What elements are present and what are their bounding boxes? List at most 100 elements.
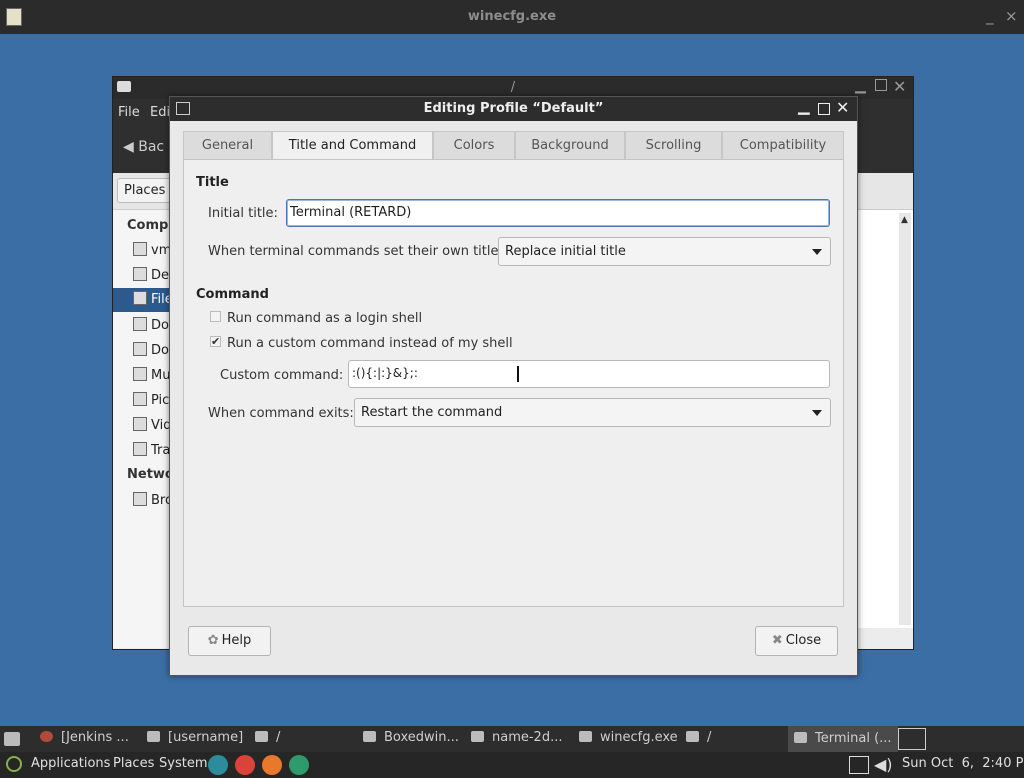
close-icon[interactable]: × <box>1005 7 1018 25</box>
menu-system[interactable]: System <box>159 756 207 771</box>
folder-icon <box>133 317 147 331</box>
sidebar-item[interactable]: Bro <box>133 492 173 508</box>
minimize-icon[interactable]: _ <box>986 7 994 25</box>
volume-icon[interactable]: ◀) <box>874 755 893 774</box>
chevron-down-icon <box>812 410 822 416</box>
command-exit-value: Restart the command <box>361 405 503 420</box>
network-icon <box>133 492 147 506</box>
vscode-launcher-icon[interactable] <box>208 755 228 775</box>
back-button[interactable]: ◀ Bac <box>123 139 164 155</box>
initial-title-input[interactable]: Terminal (RETARD) <box>286 199 830 227</box>
drive-icon <box>133 242 147 256</box>
tab-general[interactable]: General <box>183 131 272 159</box>
minimize-icon[interactable]: ▁ <box>855 78 866 94</box>
folder-icon <box>255 731 268 742</box>
arrow-left-icon: ◀ <box>123 139 139 155</box>
tab-bar: General Title and Command Colors Backgro… <box>183 131 844 161</box>
custom-command-check-label[interactable]: Run a custom command instead of my shell <box>227 336 513 351</box>
jenkins-icon <box>40 731 53 742</box>
close-icon[interactable]: ✕ <box>836 98 849 117</box>
task-label: Terminal (... <box>815 731 892 746</box>
task-label: Boxedwin... <box>384 730 459 745</box>
tab-compatibility[interactable]: Compatibility <box>722 131 844 159</box>
task-terminal[interactable]: Terminal (... <box>788 726 898 752</box>
dynamic-title-select[interactable]: Replace initial title <box>498 237 831 266</box>
trash-icon <box>133 442 147 456</box>
clock[interactable]: Sun Oct 6, 2:40 PM <box>902 756 1024 771</box>
close-icon[interactable]: ✕ <box>893 77 906 96</box>
sidebar-item[interactable]: De <box>133 267 169 283</box>
sidebar-item[interactable]: Do <box>133 317 169 333</box>
close-label: Close <box>785 633 822 648</box>
help-button[interactable]: ✿ Help <box>188 626 271 656</box>
initial-title-label: Initial title: <box>208 206 278 221</box>
wine-window-titlebar: winecfg.exe _ × <box>0 0 1024 34</box>
dynamic-title-value: Replace initial title <box>505 244 626 259</box>
places-button[interactable]: Places <box>117 178 173 203</box>
firefox-launcher-icon[interactable] <box>262 755 282 775</box>
sidebar: Compu vm De File Do Do Mu Pic Vid Tra Ne… <box>113 210 178 648</box>
dialog-titlebar: Editing Profile “Default” ▁ ✕ <box>170 97 857 121</box>
window-icon <box>579 731 592 742</box>
custom-command-input[interactable]: :(){:|:}&};: <box>348 360 830 388</box>
window-list: [Jenkins ... [username] / Boxedwin... na… <box>0 726 1024 752</box>
window-icon <box>363 731 376 742</box>
folder-icon <box>686 731 699 742</box>
distro-logo-icon <box>6 756 22 772</box>
login-shell-checkbox[interactable] <box>210 311 221 322</box>
workspace-switcher[interactable] <box>898 728 926 750</box>
folder-icon <box>133 417 147 431</box>
menu-file[interactable]: File <box>118 105 140 120</box>
task-boxedwin[interactable]: Boxedwin... <box>363 730 459 745</box>
sidebar-item[interactable]: Tra <box>133 442 170 458</box>
task-label: / <box>707 730 712 745</box>
close-icon: ✖ <box>771 633 783 648</box>
tab-background[interactable]: Background <box>515 131 625 159</box>
tab-panel: Title Initial title: Terminal (RETARD) W… <box>183 159 844 607</box>
command-exit-select[interactable]: Restart the command <box>354 398 831 427</box>
sidebar-item-selected[interactable]: File <box>113 288 173 312</box>
show-desktop-icon[interactable] <box>4 732 20 746</box>
task-jenkins[interactable]: [Jenkins ... <box>40 730 129 745</box>
task-root-folder-2[interactable]: / <box>686 730 711 745</box>
sidebar-item-label: Pic <box>151 393 170 408</box>
task-label: [username] <box>168 730 244 745</box>
maximize-icon[interactable] <box>875 79 887 91</box>
task-username[interactable]: [username] <box>147 730 243 745</box>
sidebar-item[interactable]: Pic <box>133 392 169 408</box>
sidebar-item[interactable]: Do <box>133 342 169 358</box>
menu-places[interactable]: Places <box>113 756 154 771</box>
back-label: Bac <box>138 139 165 155</box>
scroll-up-icon[interactable]: ▲ <box>901 215 908 225</box>
minimize-icon[interactable]: ▁ <box>798 97 810 115</box>
custom-command-checkbox[interactable]: ✔ <box>210 336 221 347</box>
folder-icon <box>471 731 484 742</box>
dynamic-title-label: When terminal commands set their own tit… <box>208 244 510 259</box>
task-root-folder[interactable]: / <box>255 730 280 745</box>
maximize-icon[interactable] <box>818 103 830 115</box>
help-icon: ✿ <box>207 633 219 648</box>
menu-applications[interactable]: Applications <box>31 756 110 771</box>
task-label: [Jenkins ... <box>61 730 129 745</box>
sidebar-item[interactable]: vm <box>133 242 171 258</box>
network-status-icon[interactable] <box>849 756 869 774</box>
sidebar-item[interactable]: Mu <box>133 367 170 383</box>
tab-scrolling[interactable]: Scrolling <box>625 131 722 159</box>
edge-dev-launcher-icon[interactable] <box>289 755 309 775</box>
folder-icon <box>133 267 147 281</box>
menu-edit[interactable]: Edi <box>150 105 170 120</box>
sidebar-item[interactable]: Vid <box>133 417 171 433</box>
chrome-launcher-icon[interactable] <box>235 755 255 775</box>
task-winecfg[interactable]: winecfg.exe <box>579 730 678 745</box>
task-label: / <box>276 730 281 745</box>
wine-window-title: winecfg.exe <box>467 9 557 24</box>
task-name-2d[interactable]: name-2d... <box>471 730 562 745</box>
tab-colors[interactable]: Colors <box>433 131 515 159</box>
close-button[interactable]: ✖ Close <box>755 626 838 656</box>
sidebar-item-label: Do <box>151 318 169 333</box>
text-cursor-icon <box>517 366 519 382</box>
login-shell-label[interactable]: Run command as a login shell <box>227 311 422 326</box>
tab-title-and-command[interactable]: Title and Command <box>272 131 433 161</box>
folder-icon <box>133 392 147 406</box>
scrollbar[interactable]: ▲ <box>899 213 911 625</box>
